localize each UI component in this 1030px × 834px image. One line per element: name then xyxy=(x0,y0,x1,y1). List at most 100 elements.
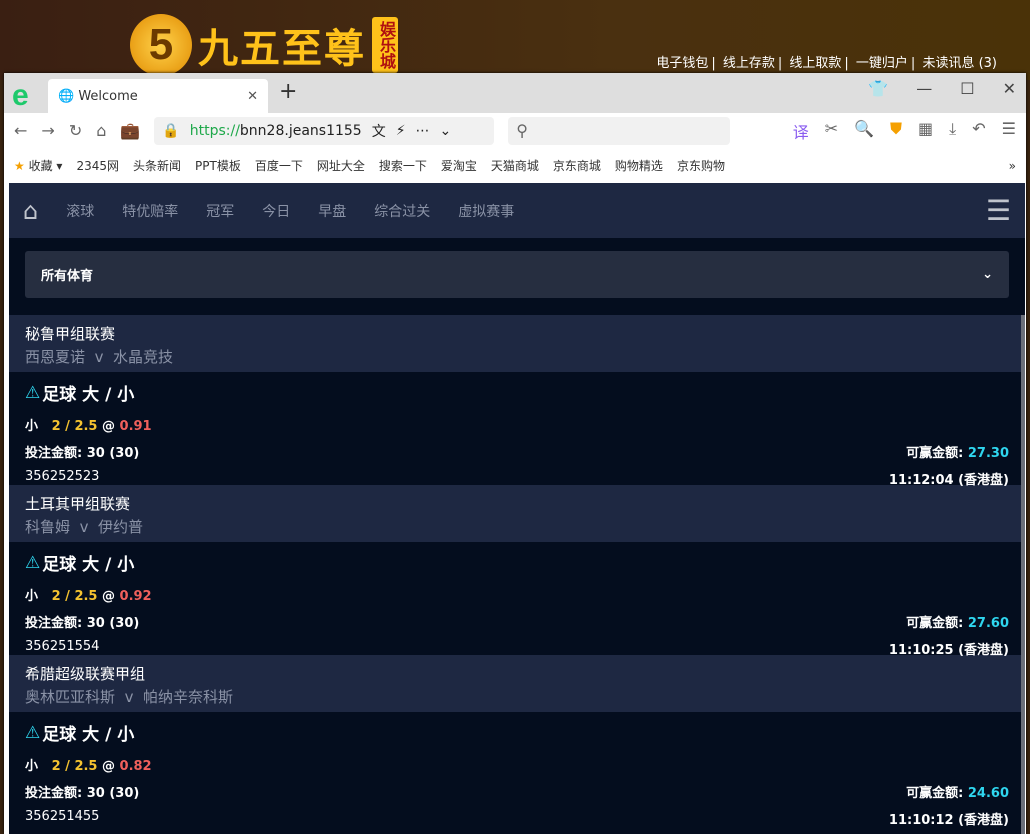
league-name: 土耳其甲组联赛 xyxy=(25,495,131,513)
bookmark-search[interactable]: 搜索一下 xyxy=(379,157,427,174)
stake-value: 30 (30) xyxy=(86,616,140,631)
hamburger-menu-icon[interactable]: ☰ xyxy=(986,194,1011,227)
link-withdraw[interactable]: 线上取款 xyxy=(789,56,841,71)
logo-tag: 娱乐城 xyxy=(372,17,398,73)
more-icon[interactable]: ⋯ xyxy=(416,123,430,139)
bookmarks-more-icon[interactable]: » xyxy=(1009,159,1016,173)
translate-ext-icon[interactable]: 译 xyxy=(793,119,809,143)
bolt-icon[interactable]: ⚡ xyxy=(396,123,406,139)
sport-filter-select[interactable]: 所有体育 ⌄ xyxy=(25,251,1009,298)
win-value: 24.60 xyxy=(967,786,1009,801)
bet-line: 2 / 2.5 xyxy=(51,419,98,434)
menu-icon[interactable]: ☰ xyxy=(1002,119,1016,143)
nav-virtual[interactable]: 虚拟赛事 xyxy=(458,201,514,221)
scrollbar[interactable] xyxy=(1021,315,1025,834)
undo-icon[interactable]: ↶ xyxy=(972,119,985,143)
link-deposit[interactable]: 线上存款 xyxy=(723,56,775,71)
bet-details: ⚠ 足球 大 / 小 小 2 / 2.5 @ 0.82 投注金额: 30 (30)… xyxy=(9,712,1025,829)
briefcase-icon[interactable]: 💼 xyxy=(120,121,140,140)
close-window-button[interactable]: ✕ xyxy=(1003,79,1016,98)
warning-icon: ⚠ xyxy=(25,722,41,743)
bookmark-hao[interactable]: 网址大全 xyxy=(317,157,365,174)
nav-early[interactable]: 早盘 xyxy=(318,201,346,221)
forward-icon[interactable]: → xyxy=(41,121,54,140)
bet-time: 11:10:25 (香港盘) xyxy=(888,643,1009,658)
match-teams: 西恩夏诺 v 水晶竞技 xyxy=(25,346,1009,367)
nav-today[interactable]: 今日 xyxy=(262,201,290,221)
chevron-down-icon[interactable]: ⌄ xyxy=(440,123,452,139)
bookmark-jd[interactable]: 京东商城 xyxy=(553,157,601,174)
reload-icon[interactable]: ↻ xyxy=(69,121,82,140)
link-consolidate[interactable]: 一键归户 xyxy=(856,56,908,71)
vs-label: v xyxy=(124,688,134,706)
bet-side: 小 xyxy=(25,759,39,774)
translate-icon[interactable]: ⽂ xyxy=(372,121,386,141)
nav-special-odds[interactable]: 特优赔率 xyxy=(122,201,178,221)
download-icon[interactable]: ⤓ xyxy=(949,119,956,143)
logo-mark: 5 xyxy=(130,14,192,76)
league-name: 秘鲁甲组联赛 xyxy=(25,325,116,343)
bookmark-toutiao[interactable]: 头条新闻 xyxy=(133,157,181,174)
search-icon: ⚲ xyxy=(516,121,529,140)
link-wallet[interactable]: 电子钱包 xyxy=(656,56,708,71)
league-name: 希腊超级联赛甲组 xyxy=(25,665,146,683)
page-content: ⌂ 滚球 特优赔率 冠军 今日 早盘 综合过关 虚拟赛事 ☰ 所有体育 ⌄ 秘鲁… xyxy=(9,183,1025,834)
magnifier-icon[interactable]: 🔍 xyxy=(854,119,874,143)
bet-details: ⚠ 足球 大 / 小 小 2 / 2.5 @ 0.91 投注金额: 30 (30)… xyxy=(9,372,1025,489)
address-bar[interactable]: 🔒 https://bnn28.jeans1155 ⽂ ⚡ ⋯ ⌄ xyxy=(154,116,495,145)
bet-list: 秘鲁甲组联赛 西恩夏诺 v 水晶竞技 ⚠ 足球 大 / 小 小 2 / 2.5 @… xyxy=(9,315,1025,829)
match-teams: 科鲁姆 v 伊约普 xyxy=(25,516,1009,537)
vs-label: v xyxy=(94,348,104,366)
away-team: 伊约普 xyxy=(98,518,144,536)
bookmark-tmall[interactable]: 天猫商城 xyxy=(491,157,539,174)
win-value: 27.60 xyxy=(967,616,1009,631)
chevron-down-icon: ⌄ xyxy=(982,267,993,282)
top-links: 电子钱包 | 线上存款 | 线上取款 | 一键归户 | 未读讯息 (3) xyxy=(656,56,997,71)
tab-welcome[interactable]: 🌐 Welcome ✕ xyxy=(48,79,268,113)
close-tab-icon[interactable]: ✕ xyxy=(247,89,258,104)
bookmark-favorites[interactable]: ★ 收藏 ▾ xyxy=(14,157,62,174)
bet-id: 356252523 xyxy=(25,469,100,484)
link-messages[interactable]: 未读讯息 (3) xyxy=(922,56,997,71)
bet-odds: 0.92 xyxy=(119,589,152,604)
bet-side: 小 xyxy=(25,589,39,604)
maximize-button[interactable]: ☐ xyxy=(960,79,974,98)
stake-value: 30 (30) xyxy=(86,786,140,801)
bet-type: 足球 大 / 小 xyxy=(42,385,135,405)
nav-parlay[interactable]: 综合过关 xyxy=(374,201,430,221)
bet-item: 土耳其甲组联赛 科鲁姆 v 伊约普 ⚠ 足球 大 / 小 小 2 / 2.5 @ … xyxy=(9,485,1025,658)
url-host: bnn28.jeans1155 xyxy=(239,122,362,139)
globe-icon: 🌐 xyxy=(58,88,79,104)
lock-icon: 🔒 xyxy=(162,122,180,139)
search-input[interactable]: ⚲ xyxy=(508,116,731,145)
back-icon[interactable]: ← xyxy=(14,121,27,140)
bookmark-shopping[interactable]: 购物精选 xyxy=(615,157,663,174)
win-label: 可赢金额: xyxy=(906,786,964,801)
bet-id: 356251455 xyxy=(25,809,100,824)
tab-bar: e 🌐 Welcome ✕ + 👕 — ☐ ✕ xyxy=(4,73,1026,113)
bookmarks-bar: ★ 收藏 ▾ 2345网 头条新闻 PPT模板 百度一下 网址大全 搜索一下 爱… xyxy=(4,148,1026,183)
bookmark-jd-shop[interactable]: 京东购物 xyxy=(677,157,725,174)
bet-odds: 0.91 xyxy=(119,419,152,434)
tab-title: Welcome xyxy=(78,88,138,104)
minimize-button[interactable]: — xyxy=(916,79,932,98)
nav-outright[interactable]: 冠军 xyxy=(206,201,234,221)
nav-inplay[interactable]: 滚球 xyxy=(66,201,94,221)
bet-item: 希腊超级联赛甲组 奥林匹亚科斯 v 帕纳辛奈科斯 ⚠ 足球 大 / 小 小 2 /… xyxy=(9,655,1025,829)
home-icon[interactable]: ⌂ xyxy=(23,197,38,225)
bookmark-taobao[interactable]: 爱淘宝 xyxy=(441,157,477,174)
bet-type: 足球 大 / 小 xyxy=(42,555,135,575)
win-value: 27.30 xyxy=(967,446,1009,461)
shield-icon[interactable]: ⛊ xyxy=(890,119,902,143)
new-tab-button[interactable]: + xyxy=(279,79,297,104)
apps-icon[interactable]: ▦ xyxy=(918,119,933,143)
scissors-icon[interactable]: ✂ xyxy=(825,119,838,143)
bookmark-2345[interactable]: 2345网 xyxy=(76,157,119,174)
bet-type: 足球 大 / 小 xyxy=(42,725,135,745)
bookmark-baidu[interactable]: 百度一下 xyxy=(255,157,303,174)
away-team: 水晶竞技 xyxy=(113,348,174,366)
home-team: 西恩夏诺 xyxy=(25,348,86,366)
home-icon[interactable]: ⌂ xyxy=(96,121,106,140)
skin-icon[interactable]: 👕 xyxy=(868,79,888,98)
bookmark-ppt[interactable]: PPT模板 xyxy=(195,157,241,174)
